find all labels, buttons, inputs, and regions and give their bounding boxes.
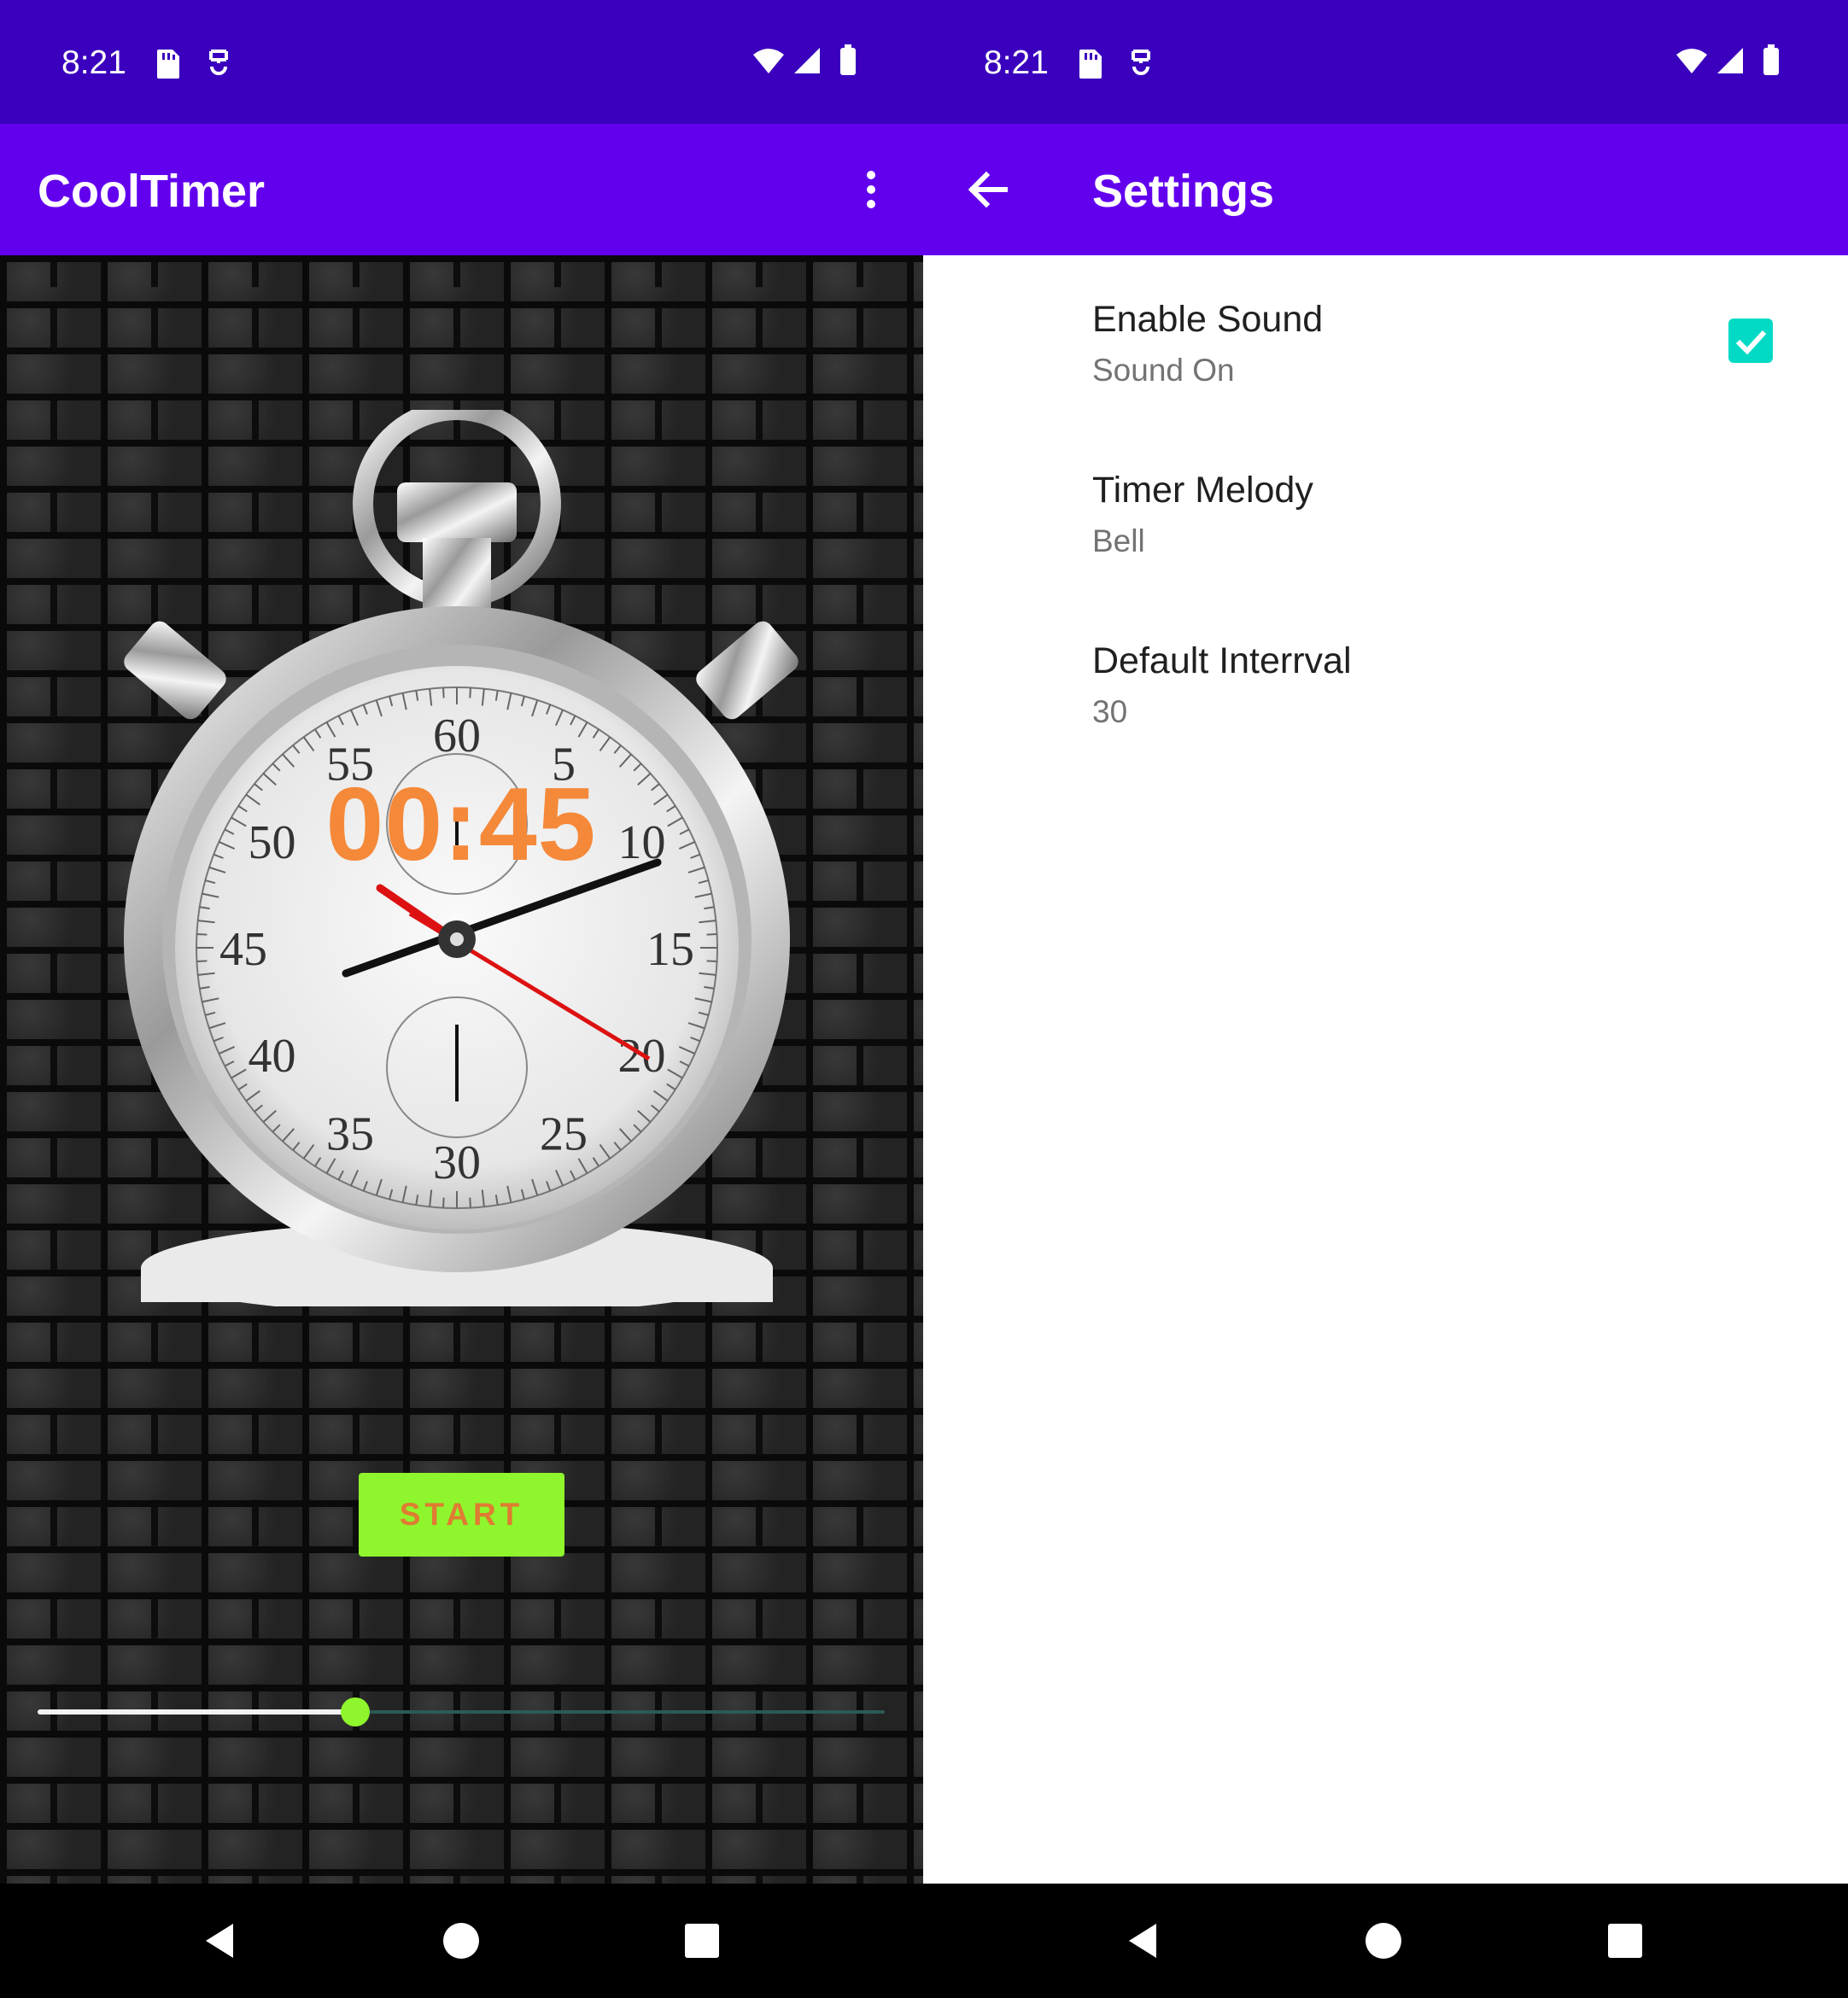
home-nav-icon[interactable] xyxy=(434,1913,488,1968)
dial-number: 25 xyxy=(540,1108,588,1161)
pref-title: Timer Melody xyxy=(1092,470,1313,511)
dial-tick xyxy=(469,1197,471,1208)
more-vert-icon[interactable] xyxy=(854,168,888,211)
pref-enable-sound[interactable]: Enable Sound Sound On xyxy=(1092,299,1775,388)
settings-screen: 8:21 Settings Enable Sound Sound On Time… xyxy=(923,0,1848,1998)
status-time: 8:21 xyxy=(61,44,126,81)
dial-tick xyxy=(706,933,717,936)
back-nav-icon[interactable] xyxy=(1115,1913,1170,1968)
arrow-back-icon[interactable] xyxy=(966,168,1009,211)
enable-sound-checkbox[interactable] xyxy=(1728,318,1773,363)
dial-number: 45 xyxy=(219,923,267,976)
app-title: CoolTimer xyxy=(38,166,266,217)
status-icons xyxy=(753,44,856,75)
time-slider[interactable] xyxy=(38,1695,885,1729)
battery-icon xyxy=(1763,48,1779,75)
wifi-icon xyxy=(1676,49,1707,73)
pref-default-interval[interactable]: Default Interrval 30 xyxy=(1092,640,1775,730)
sd-card-icon xyxy=(1079,50,1102,79)
timer-display: 00:45 xyxy=(325,766,597,882)
app-title: Settings xyxy=(1092,166,1275,217)
home-nav-icon[interactable] xyxy=(1356,1913,1411,1968)
dial-tick xyxy=(442,687,445,698)
app-bar: Settings xyxy=(923,124,1848,255)
back-nav-icon[interactable] xyxy=(192,1913,247,1968)
status-bar: 8:21 xyxy=(923,0,1848,124)
status-icons xyxy=(1676,44,1779,75)
notification-icon xyxy=(1132,50,1150,75)
slider-track-active xyxy=(38,1709,355,1715)
dial-number: 15 xyxy=(646,923,694,976)
pref-summary: 30 xyxy=(1092,694,1128,729)
wifi-icon xyxy=(753,49,784,73)
dial-tick xyxy=(469,687,471,698)
signal-icon xyxy=(1717,48,1743,73)
start-button[interactable]: START xyxy=(359,1473,564,1557)
signal-icon xyxy=(794,48,820,73)
slider-thumb[interactable] xyxy=(341,1697,370,1726)
dial-number: 35 xyxy=(326,1108,374,1161)
status-bar: 8:21 xyxy=(0,0,923,124)
app-bar: CoolTimer xyxy=(0,124,923,255)
pref-title: Default Interrval xyxy=(1092,640,1352,681)
sd-card-icon xyxy=(157,50,179,79)
main-screen: 8:21 CoolTimer 60 5 10 15 20 25 30 35 40… xyxy=(0,0,923,1998)
notification-icon xyxy=(209,50,228,75)
nav-bar xyxy=(923,1884,1848,1998)
pref-summary: Bell xyxy=(1092,523,1145,558)
nav-bar xyxy=(0,1884,923,1998)
dial-tick xyxy=(442,1197,445,1208)
recents-nav-icon[interactable] xyxy=(1598,1913,1652,1968)
pref-summary: Sound On xyxy=(1092,353,1235,388)
dial-tick xyxy=(196,933,208,936)
recents-nav-icon[interactable] xyxy=(675,1913,729,1968)
slider-track-inactive xyxy=(355,1710,885,1714)
dial-number: 40 xyxy=(248,1030,295,1083)
battery-icon xyxy=(840,48,856,75)
pref-title: Enable Sound xyxy=(1092,299,1324,340)
status-time: 8:21 xyxy=(984,44,1049,81)
pref-timer-melody[interactable]: Timer Melody Bell xyxy=(1092,470,1775,559)
dial-number: 30 xyxy=(433,1136,481,1189)
